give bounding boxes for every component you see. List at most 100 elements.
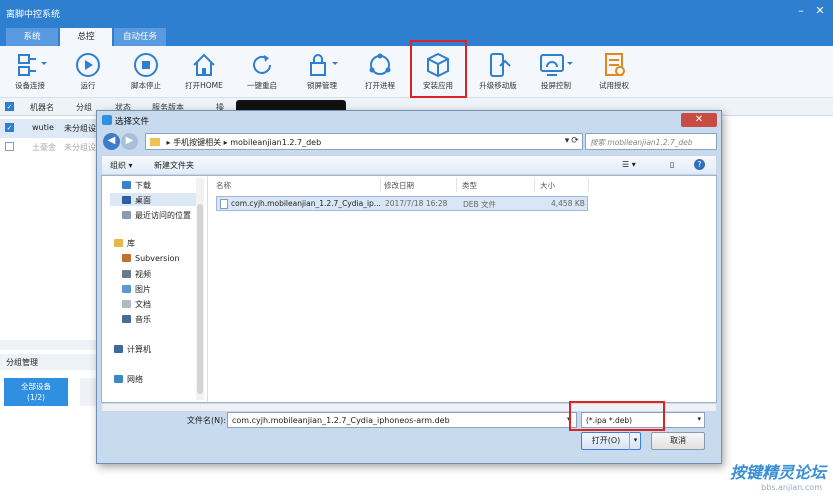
nav-item-network[interactable]: 网络 — [114, 374, 143, 385]
nav-item-library[interactable]: 库 — [114, 238, 135, 249]
toolbar-label: 锁屏管理 — [307, 81, 337, 90]
open-process-button[interactable]: 打开进程 — [350, 52, 410, 91]
file-size: 4,458 KB — [551, 199, 585, 208]
new-folder-button[interactable]: 新建文件夹 — [154, 160, 194, 171]
nav-item-computer[interactable]: 计算机 — [114, 344, 151, 355]
license-icon — [605, 53, 625, 76]
refresh-icon[interactable]: ⟳ — [567, 133, 583, 150]
column-header-type[interactable]: 类型 — [462, 180, 477, 191]
column-divider[interactable] — [534, 178, 535, 192]
select-all-checkbox[interactable]: ✓ — [5, 102, 14, 111]
toolbar-label: 打开进程 — [365, 81, 395, 90]
preview-pane-icon[interactable]: ▯ — [670, 160, 674, 169]
column-header[interactable]: 分组 — [76, 102, 92, 113]
nav-item-desktop[interactable]: 桌面 — [122, 195, 151, 206]
toolbar-label: 设备连接 — [15, 81, 45, 90]
minimize-icon[interactable]: – — [793, 4, 809, 18]
tab-auto-task[interactable]: 自动任务 — [114, 28, 166, 46]
column-divider[interactable] — [380, 178, 381, 192]
all-devices-count: (1/2) — [27, 393, 45, 402]
row-checkbox[interactable] — [5, 142, 14, 151]
toolbar-label: 投屏控制 — [541, 81, 571, 90]
dialog-nav-bar: ◀ ▶ ▸ 手机按键相关 ▸ mobileanjian1.2.7_deb ▾ ⟳… — [101, 132, 717, 152]
device-name: 土豪金 — [32, 143, 56, 152]
toolbar-label: 升级移动版 — [479, 81, 517, 90]
desktop-folder-icon — [122, 196, 131, 204]
upgrade-mobile-icon — [490, 53, 511, 77]
back-button[interactable]: ◀ — [103, 133, 120, 150]
device-name: wutie — [32, 123, 54, 132]
file-row[interactable]: com.cyjh.mobileanjian_1.2.7_Cydia_ip... … — [216, 196, 588, 211]
file-name: com.cyjh.mobileanjian_1.2.7_Cydia_ip... — [231, 199, 381, 208]
computer-icon — [114, 345, 123, 353]
breadcrumb-item[interactable]: 手机按键相关 — [173, 138, 221, 147]
home-icon — [193, 53, 215, 76]
title-bar: 离脚中控系统 – ✕ — [0, 0, 833, 26]
screen-cast-button[interactable]: 投屏控制 — [526, 52, 586, 91]
deb-file-icon — [220, 199, 228, 209]
device-connect-icon — [18, 54, 47, 76]
restart-button[interactable]: 一键重启 — [232, 52, 292, 91]
nav-item-downloads[interactable]: 下载 — [122, 180, 151, 191]
open-home-button[interactable]: 打开HOME — [174, 52, 234, 91]
filename-input[interactable]: com.cyjh.mobileanjian_1.2.7_Cydia_iphone… — [227, 412, 577, 428]
row-checkbox[interactable]: ✓ — [5, 123, 14, 132]
file-dialog: 选择文件 ✕ ◀ ▶ ▸ 手机按键相关 ▸ mobileanjian1.2.7_… — [96, 110, 722, 464]
column-header-size[interactable]: 大小 — [540, 180, 555, 191]
column-divider[interactable] — [588, 178, 589, 192]
nav-scroll-thumb[interactable] — [197, 204, 203, 394]
device-connect-button[interactable]: 设备连接 — [0, 52, 60, 91]
restart-icon — [253, 55, 271, 74]
nav-scrollbar[interactable] — [196, 178, 204, 400]
watermark-url: bbs.anjian.com — [761, 483, 822, 492]
nav-item-music[interactable]: 音乐 — [122, 314, 151, 325]
all-devices-button[interactable]: 全部设备 (1/2) — [4, 378, 68, 406]
tab-master-control[interactable]: 总控 — [60, 28, 112, 46]
view-options-icon[interactable]: ☰ ▾ — [622, 160, 636, 169]
breadcrumb-item[interactable]: mobileanjian1.2.7_deb — [230, 138, 321, 147]
search-input[interactable]: 搜索 mobileanjian1.2.7_deb — [585, 133, 717, 150]
toolbar-label: 打开HOME — [185, 81, 223, 90]
subversion-icon — [122, 254, 131, 262]
nav-item-video[interactable]: 视频 — [122, 269, 151, 280]
pictures-icon — [122, 285, 131, 293]
navigation-pane: 下载 桌面 最近访问的位置 库 Subversion 视频 图片 文档 音乐 计… — [102, 176, 208, 402]
nav-item-documents[interactable]: 文档 — [122, 299, 151, 310]
stop-script-button[interactable]: 脚本停止 — [116, 52, 176, 91]
file-date: 2017/7/18 16:28 — [385, 199, 448, 208]
lock-screen-button[interactable]: 锁屏管理 — [292, 52, 352, 91]
screen-cast-icon — [540, 54, 573, 76]
organize-button[interactable]: 组织 ▾ — [110, 160, 133, 171]
address-bar[interactable]: ▸ 手机按键相关 ▸ mobileanjian1.2.7_deb — [145, 133, 583, 150]
column-header[interactable]: 机器名 — [30, 102, 54, 113]
play-icon — [76, 53, 100, 77]
music-icon — [122, 315, 131, 323]
recent-places-icon — [122, 211, 131, 219]
folder-icon — [150, 138, 160, 146]
network-icon — [114, 375, 123, 383]
close-icon[interactable]: ✕ — [812, 4, 828, 18]
open-dropdown-icon[interactable]: ▾ — [629, 432, 641, 450]
trial-license-button[interactable]: 试用授权 — [584, 52, 644, 91]
toolbar-label: 一键重启 — [247, 81, 277, 90]
stop-icon — [134, 53, 158, 77]
chevron-down-icon: ▾ — [697, 415, 701, 423]
tab-system[interactable]: 系统 — [6, 28, 58, 46]
device-group: 未分组设 — [64, 124, 96, 133]
column-divider[interactable] — [456, 178, 457, 192]
video-icon — [122, 270, 131, 278]
column-header-name[interactable]: 名称 — [216, 180, 231, 191]
nav-item-pictures[interactable]: 图片 — [122, 284, 151, 295]
dialog-close-button[interactable]: ✕ — [681, 113, 717, 127]
dialog-title: 选择文件 — [115, 117, 150, 127]
cancel-button[interactable]: 取消 — [651, 432, 705, 450]
forward-button[interactable]: ▶ — [121, 133, 138, 150]
nav-item-subversion[interactable]: Subversion — [122, 254, 180, 263]
app-title: 离脚中控系统 — [6, 10, 61, 20]
upgrade-mobile-button[interactable]: 升级移动版 — [468, 52, 528, 91]
nav-item-recent[interactable]: 最近访问的位置 — [122, 210, 191, 221]
download-folder-icon — [122, 181, 131, 189]
column-header-date[interactable]: 修改日期 — [384, 180, 414, 191]
help-icon[interactable]: ? — [694, 159, 705, 170]
run-button[interactable]: 运行 — [58, 52, 118, 91]
